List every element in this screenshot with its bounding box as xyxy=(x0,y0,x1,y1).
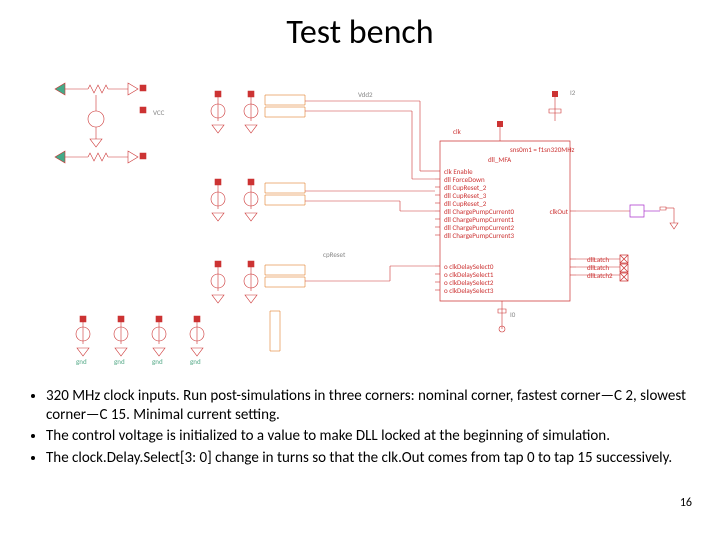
annot-cpreset: cpReset xyxy=(323,251,345,258)
page-number: 16 xyxy=(680,496,692,510)
annot-vcc: VCC xyxy=(153,109,164,116)
pin-r-0: dllLatch xyxy=(587,256,609,263)
annot-vdd2: Vdd2 xyxy=(358,91,373,98)
pin-in-6: dll ChargePumpCurrent1 xyxy=(444,216,514,223)
pin-out-2: o clkDelaySelect2 xyxy=(444,279,493,286)
bullet-item: The clock.Delay.Select[3: 0] change in t… xyxy=(46,449,692,468)
pin-in-0: clk Enable xyxy=(444,168,473,175)
bullet-list: 320 MHz clock inputs. Run post-simulatio… xyxy=(28,387,692,468)
annot-i0: I0 xyxy=(510,311,515,318)
schematic-diagram: sns0m1 = f1sn320MHz dll_MFA clk Enable d… xyxy=(40,61,680,373)
pin-r-2: dllLatch2 xyxy=(587,272,613,279)
annot-i2: I2 xyxy=(570,89,575,96)
pin-in-4: dll CupReset_2 xyxy=(444,200,486,207)
pin-clk: clk xyxy=(453,128,461,135)
gnd-3: gnd xyxy=(190,358,201,365)
block-header1: sns0m1 = f1sn320MHz xyxy=(510,146,574,153)
pin-out-1: o clkDelaySelect1 xyxy=(444,271,493,278)
pin-in-1: dll ForceDown xyxy=(444,176,485,183)
pin-in-7: dll ChargePumpCurrent2 xyxy=(444,224,514,231)
pin-in-5: dll ChargePumpCurrent0 xyxy=(444,208,514,215)
gnd-0: gnd xyxy=(76,358,87,365)
gnd-1: gnd xyxy=(114,358,125,365)
pin-out-0: o clkDelaySelect0 xyxy=(444,263,493,270)
bullet-item: 320 MHz clock inputs. Run post-simulatio… xyxy=(46,387,692,425)
pin-in-3: dll CupReset_3 xyxy=(444,192,486,199)
pin-in-8: dll ChargePumpCurrent3 xyxy=(444,232,514,239)
block-header2: dll_MFA xyxy=(488,156,511,163)
pin-out-3: o clkDelaySelect3 xyxy=(444,287,493,294)
gnd-2: gnd xyxy=(152,358,163,365)
bullet-item: The control voltage is initialized to a … xyxy=(46,427,692,446)
pin-clkout: clkOut xyxy=(544,208,568,215)
pin-in-2: dll CupReset_2 xyxy=(444,184,486,191)
slide-title: Test bench xyxy=(28,12,692,53)
pin-r-1: dllLatch xyxy=(587,264,609,271)
